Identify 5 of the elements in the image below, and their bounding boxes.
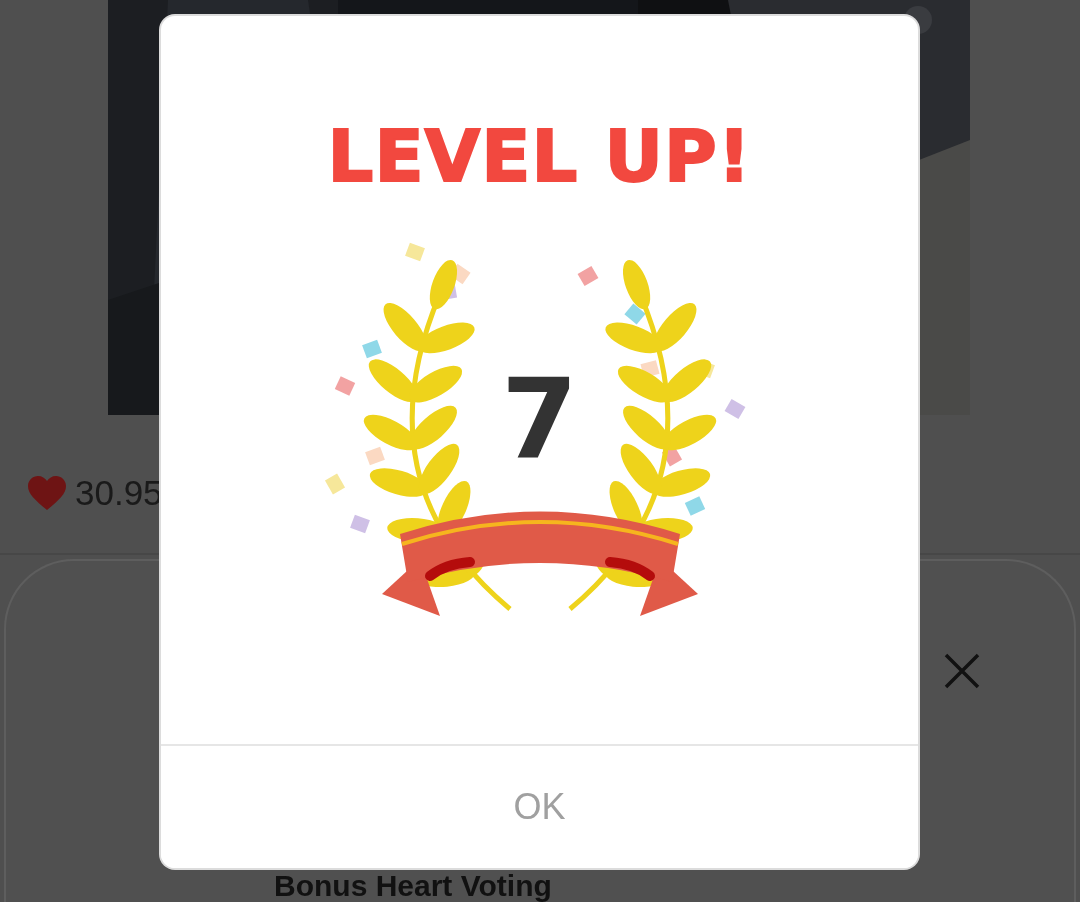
level-number: 7 — [501, 364, 578, 474]
dialog-title: LEVEL UP! — [327, 120, 752, 192]
close-icon[interactable] — [944, 653, 980, 689]
sheet-title: Bonus Heart Voting — [274, 871, 552, 901]
heart-icon — [27, 475, 67, 511]
